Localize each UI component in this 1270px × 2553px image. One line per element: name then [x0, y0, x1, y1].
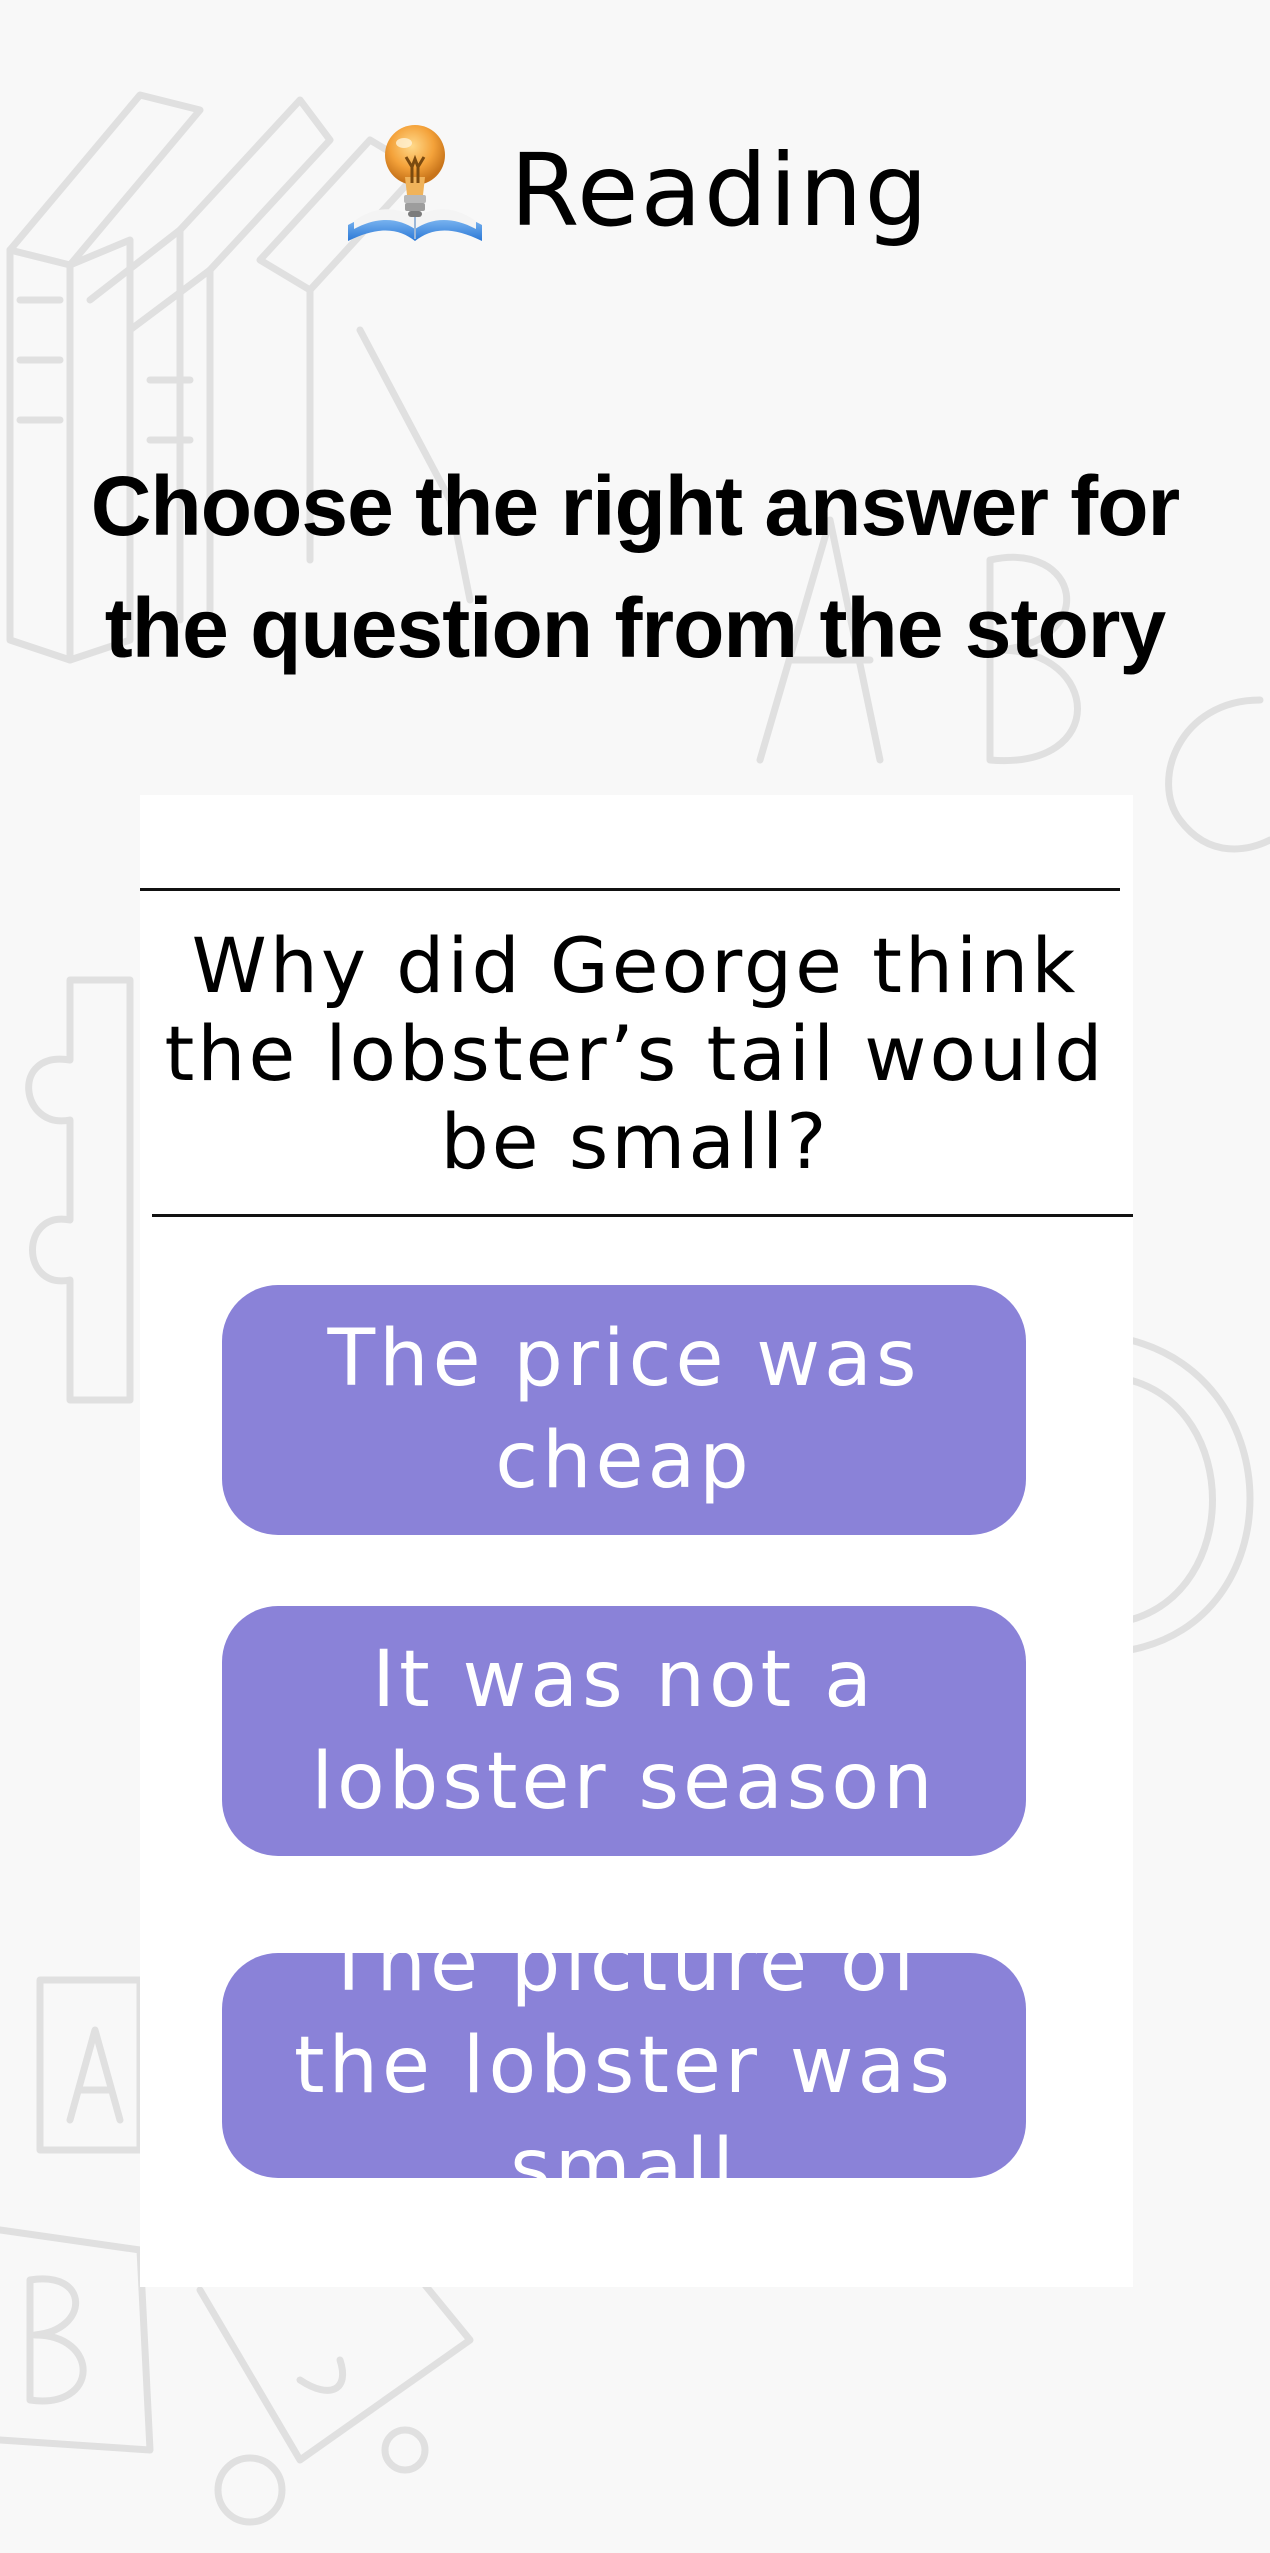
question-divider-top: [140, 888, 1120, 891]
lightbulb-book-icon: [348, 125, 483, 241]
page-header: Reading: [0, 110, 1270, 270]
page-title: Reading: [510, 131, 930, 249]
answer-button-2[interactable]: It was not a lobster season: [222, 1606, 1026, 1856]
answer-button-1[interactable]: The price was cheap: [222, 1285, 1026, 1535]
answer-button-3[interactable]: The picture of the lobster was small: [222, 1919, 1026, 2213]
question-divider-bottom: [152, 1214, 1133, 1217]
instruction-text: Choose the right answer for the question…: [90, 459, 1180, 675]
question-text: Why did George think the lobster’s tail …: [164, 921, 1106, 1186]
